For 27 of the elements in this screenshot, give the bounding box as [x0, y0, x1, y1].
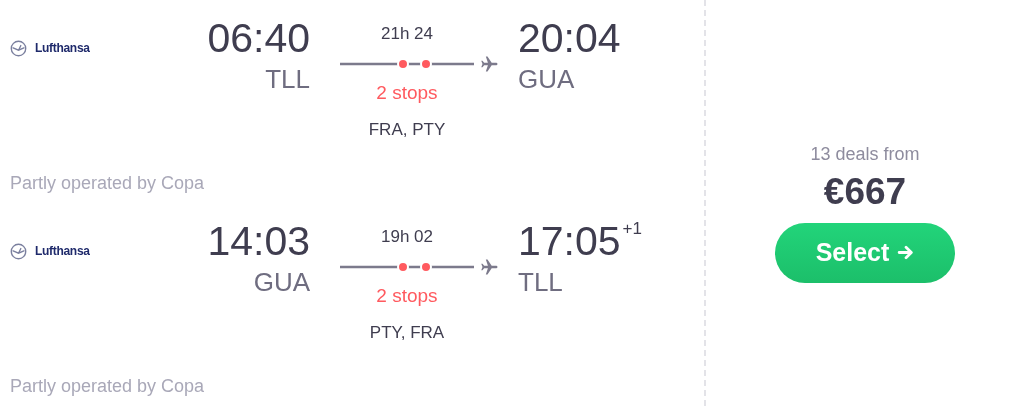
plane-icon: [480, 257, 500, 277]
day-offset: +1: [622, 219, 642, 239]
arrival-time: 20:04: [518, 14, 621, 62]
stopover-airports: PTY, FRA: [368, 323, 446, 343]
stops-count: 2 stops: [375, 82, 439, 104]
operator-note: Partly operated by Copa: [9, 173, 206, 194]
price: €667: [823, 170, 907, 213]
stops-count: 2 stops: [375, 285, 439, 307]
arrival-airport: TLL: [518, 267, 564, 297]
deals-summary: 13 deals from: [810, 143, 920, 165]
stopover-airports: FRA, PTY: [367, 120, 447, 140]
select-button[interactable]: Select: [775, 222, 955, 283]
arrival-time: 17:05: [518, 217, 621, 265]
flight-duration: 19h 02: [380, 227, 434, 247]
flight-duration: 21h 24: [380, 24, 434, 44]
departure-airport: GUA: [253, 267, 310, 297]
airline-name: Lufthansa: [35, 41, 90, 55]
departure-time: 06:40: [207, 14, 310, 62]
crane-logo-icon: [10, 39, 27, 57]
departure-time: 14:03: [207, 217, 310, 265]
arrow-right-icon: [897, 244, 915, 261]
crane-logo-icon: [10, 242, 27, 260]
operator-note: Partly operated by Copa: [9, 376, 206, 397]
departure-airport: TLL: [265, 64, 310, 94]
plane-icon: [480, 54, 500, 74]
airline-name: Lufthansa: [35, 244, 90, 258]
arrival-airport: GUA: [518, 64, 576, 94]
